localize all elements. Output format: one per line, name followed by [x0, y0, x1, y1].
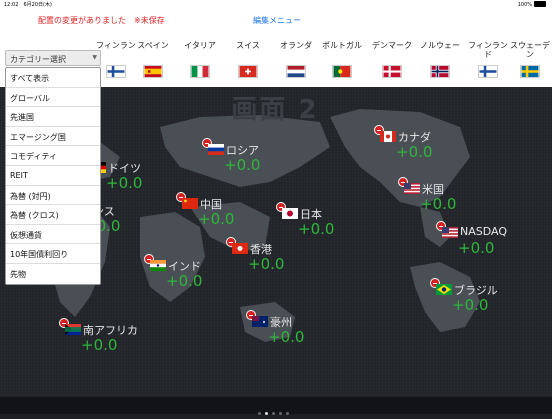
category-select[interactable]: カテゴリー選択 ▼: [5, 50, 101, 66]
country-label: ノルウェー: [420, 41, 460, 50]
netherlands-flag-icon: [286, 65, 306, 78]
market-marker-southafrica[interactable]: 南アフリカ +0.0: [59, 318, 179, 358]
market-marker-brazil[interactable]: ブラジル +0.0: [430, 278, 550, 318]
unsaved-notice: 配置の変更がありました ※未保存: [38, 16, 165, 25]
status-bar: 12:02 6月20日(木) 100%: [0, 0, 552, 9]
country-item-8[interactable]: フィンランド: [466, 41, 510, 78]
menu-item-all[interactable]: すべて表示: [6, 68, 100, 88]
italy-flag-icon: [190, 65, 210, 78]
market-marker-australia[interactable]: 豪州 +0.0: [246, 310, 366, 350]
country-item-1[interactable]: スペイン: [131, 41, 175, 78]
page-indicator[interactable]: [256, 400, 291, 415]
denmark-flag-icon: [382, 65, 402, 78]
portugal-flag-icon: [332, 65, 352, 78]
country-item-2[interactable]: イタリア: [178, 41, 222, 78]
russia-flag-icon: [208, 144, 224, 155]
market-value: +0.0: [224, 156, 261, 174]
india-flag-icon: [150, 260, 166, 271]
norway-flag-icon: [430, 65, 450, 78]
market-value: +0.0: [268, 328, 305, 346]
hongkong-flag-icon: [232, 243, 248, 254]
country-item-9[interactable]: スウェーデン: [508, 41, 552, 78]
market-marker-japan[interactable]: 日本 +0.0: [276, 202, 396, 242]
market-marker-india[interactable]: インド +0.0: [144, 254, 264, 294]
market-marker-nasdaq[interactable]: NASDAQ +0.0: [436, 221, 552, 261]
category-select-label: カテゴリー選択: [10, 55, 66, 64]
market-value: +0.0: [106, 174, 143, 192]
country-label: スペイン: [137, 41, 169, 50]
menu-item-global[interactable]: グローバル: [6, 88, 100, 108]
country-label: スイス: [236, 41, 260, 50]
switzerland-flag-icon: [238, 65, 258, 78]
market-value: +0.0: [396, 143, 433, 161]
menu-item-futures[interactable]: 先物: [6, 264, 100, 284]
china-flag-icon: [182, 198, 198, 209]
edit-menu-button[interactable]: 編集メニュー: [253, 15, 301, 26]
top-bar: 配置の変更がありました ※未保存 編集メニュー: [0, 9, 552, 33]
menu-item-emerging[interactable]: エマージング国: [6, 127, 100, 147]
market-value: +0.0: [81, 336, 118, 354]
menu-item-commodity[interactable]: コモディティ: [6, 146, 100, 166]
country-label: スウェーデン: [510, 41, 550, 59]
market-value: +0.0: [166, 272, 203, 290]
brazil-flag-icon: [436, 284, 452, 295]
country-item-4[interactable]: オランダ: [274, 41, 318, 78]
usa-flag-icon: [404, 183, 420, 194]
market-value: +0.0: [458, 239, 495, 257]
status-battery: 100%: [518, 1, 546, 8]
market-marker-canada[interactable]: カナダ +0.0: [374, 125, 494, 165]
spain-flag-icon: [143, 65, 163, 78]
market-marker-usa[interactable]: 米国 +0.0: [398, 177, 518, 217]
southafrica-flag-icon: [65, 324, 81, 335]
market-value: +0.0: [452, 296, 489, 314]
menu-item-developed[interactable]: 先進国: [6, 107, 100, 127]
country-label: オランダ: [280, 41, 312, 50]
market-marker-germany[interactable]: ドイツ +0.0: [84, 156, 204, 196]
canada-flag-icon: [380, 131, 396, 142]
battery-icon: [534, 1, 546, 7]
finland-flag-icon: [106, 65, 126, 78]
screen-title: 画面 2: [231, 95, 319, 125]
usa-flag-icon: [442, 227, 458, 238]
country-item-3[interactable]: スイス: [226, 41, 270, 78]
category-menu: すべて表示 グローバル 先進国 エマージング国 コモディティ REIT 為替 (…: [5, 67, 101, 285]
japan-flag-icon: [282, 208, 298, 219]
market-value: +0.0: [198, 210, 235, 228]
menu-item-reit[interactable]: REIT: [6, 166, 100, 186]
menu-item-fx-cross[interactable]: 為替 (クロス): [6, 205, 100, 225]
menu-item-fx-jpy[interactable]: 為替 (対円): [6, 186, 100, 206]
menu-item-crypto[interactable]: 仮想通貨: [6, 225, 100, 245]
country-item-6[interactable]: デンマーク: [370, 41, 414, 78]
sweden-flag-icon: [520, 65, 540, 78]
country-item-7[interactable]: ノルウェー: [418, 41, 462, 78]
country-label: ポルトガル: [322, 41, 362, 50]
market-value: +0.0: [298, 220, 335, 238]
australia-flag-icon: [252, 316, 268, 327]
market-value: +0.0: [420, 195, 457, 213]
country-label: イタリア: [184, 41, 216, 50]
country-label: フィンランド: [468, 41, 508, 59]
country-item-5[interactable]: ポルトガル: [320, 41, 364, 78]
country-label: デンマーク: [372, 41, 412, 50]
menu-item-bond-yield[interactable]: 10年国債利回り: [6, 244, 100, 264]
finland-flag-icon: [478, 65, 498, 78]
market-name: NASDAQ: [460, 225, 508, 238]
market-marker-russia[interactable]: ロシア +0.0: [202, 138, 322, 178]
status-time: 12:02 6月20日(木): [4, 2, 52, 8]
chevron-down-icon: ▼: [92, 54, 97, 61]
